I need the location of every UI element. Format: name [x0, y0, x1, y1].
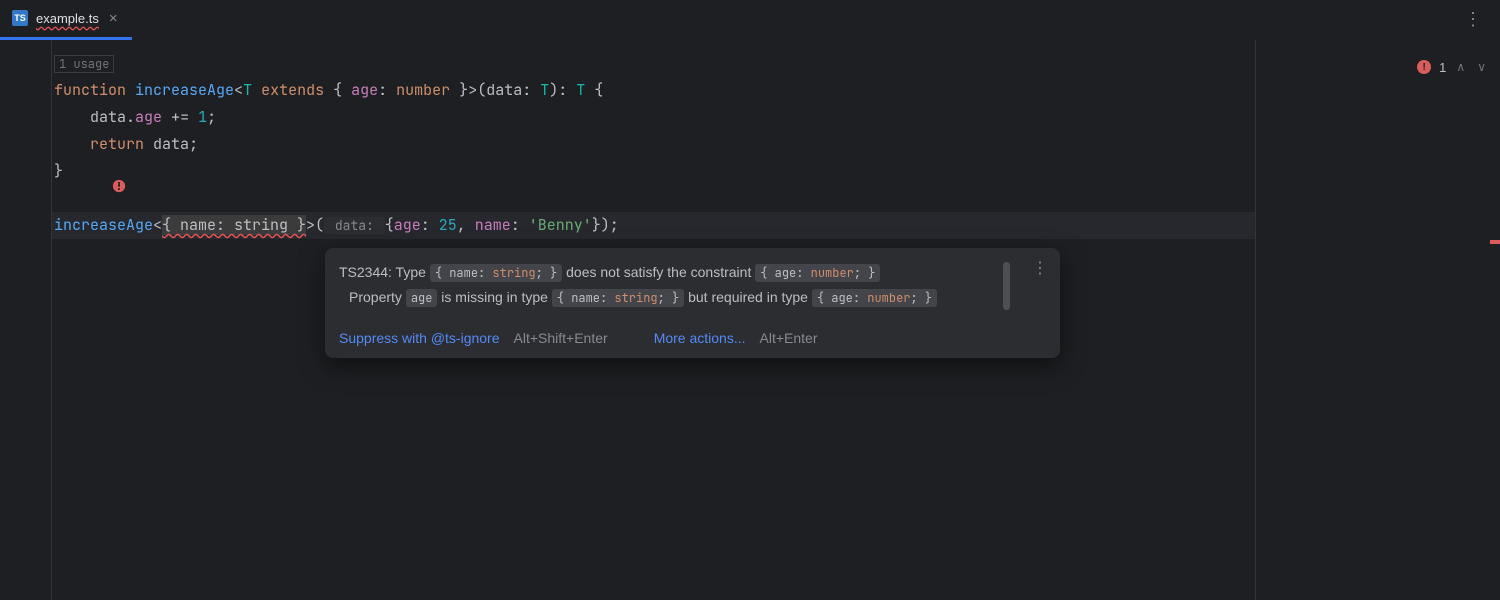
gutter	[0, 40, 52, 600]
error-span: { name: string }	[162, 215, 306, 235]
more-actions-action[interactable]: More actions...	[654, 330, 746, 346]
code-line: return data;	[54, 131, 1255, 158]
code-line-error: increaseAge<{ name: string }>( data: {ag…	[54, 212, 1255, 239]
next-error-icon[interactable]: ∨	[1475, 58, 1488, 76]
error-stripe[interactable]	[1490, 240, 1500, 244]
editor-tab[interactable]: TS example.ts ×	[0, 0, 132, 40]
tab-bar: TS example.ts × ⋮	[0, 0, 1500, 40]
tooltip-more-icon[interactable]: ⋮	[1032, 258, 1048, 278]
right-panel: ! 1 ∧ ∨	[1255, 40, 1500, 600]
inspection-indicator[interactable]: ! 1 ∧ ∨	[1417, 58, 1488, 76]
suppress-shortcut: Alt+Shift+Enter	[514, 330, 608, 346]
error-tooltip: ⋮ TS2344: Type { name: string; } does no…	[325, 248, 1060, 358]
tooltip-message: TS2344: Type { name: string; } does not …	[339, 260, 1046, 310]
inlay-hint: data:	[324, 217, 385, 234]
code-line	[54, 185, 1255, 212]
code-line: data.age += 1;	[54, 104, 1255, 131]
more-actions-shortcut: Alt+Enter	[760, 330, 818, 346]
usage-hint[interactable]: 1 usage	[54, 55, 114, 73]
prev-error-icon[interactable]: ∧	[1454, 58, 1467, 76]
tooltip-scrollbar[interactable]	[1003, 262, 1010, 310]
error-icon: !	[1417, 60, 1431, 74]
close-tab-icon[interactable]: ×	[107, 10, 120, 27]
code-line: function increaseAge<T extends { age: nu…	[54, 77, 1255, 104]
tab-overflow-icon[interactable]: ⋮	[1464, 9, 1482, 30]
suppress-action[interactable]: Suppress with @ts-ignore	[339, 330, 500, 346]
tab-filename: example.ts	[36, 11, 99, 26]
typescript-icon: TS	[12, 10, 28, 26]
error-count: 1	[1439, 60, 1446, 75]
intention-bulb-icon[interactable]	[112, 176, 126, 203]
tooltip-actions: Suppress with @ts-ignore Alt+Shift+Enter…	[339, 330, 1046, 346]
code-line: }	[54, 158, 1255, 185]
